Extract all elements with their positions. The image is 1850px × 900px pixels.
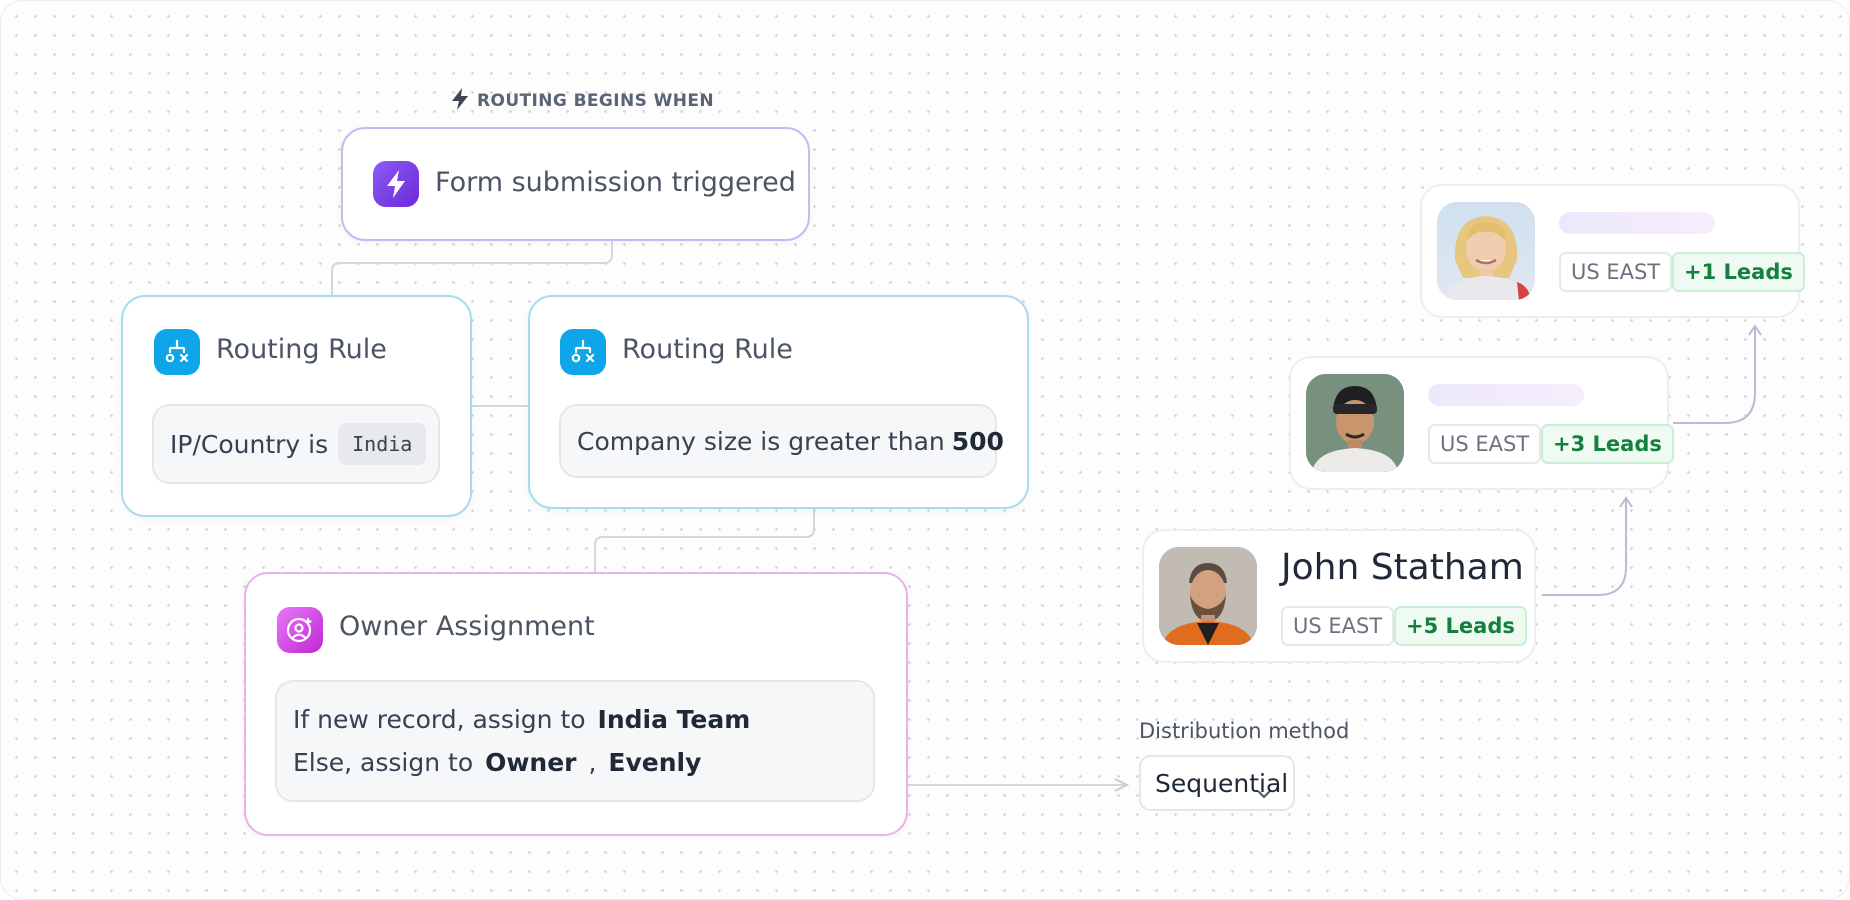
distribution-method-label: Distribution method [1139,719,1350,743]
person-name: John Statham [1281,547,1524,588]
routing-rule-title: Routing Rule [622,334,793,365]
person-card[interactable]: US EAST +3 Leads [1289,356,1674,490]
owner-assignment-title: Owner Assignment [339,611,595,642]
trigger-header: ROUTING BEGINS WHEN [451,87,715,115]
assigned-team: India Team [597,705,751,734]
routing-rule-condition: IP/Country is India [152,404,440,484]
assignment-line-new-record: If new record, assign to India Team [293,705,751,734]
owner-assignment-rules: If new record, assign to India Team Else… [275,680,875,802]
routing-rule-title: Routing Rule [216,334,387,365]
person-card[interactable]: US EAST +1 Leads [1420,184,1805,318]
lightning-icon [373,161,419,207]
person2-to-person1-arrow [1673,327,1756,424]
person-card[interactable]: John Statham US EAST +5 Leads [1142,529,1536,663]
trigger-title: Form submission triggered [435,167,796,198]
trigger-card[interactable]: Form submission triggered [341,127,810,241]
condition-value-chip: India [338,423,427,465]
john-to-person2-arrow [1542,499,1627,596]
routing-rule-card-company-size[interactable]: Routing Rule Company size is greater tha… [528,295,1029,509]
routing-rule-condition: Company size is greater than 500 [559,404,1004,478]
owner-assignment-card[interactable]: Owner Assignment If new record, assign t… [244,572,908,836]
condition-value: 500 [951,426,1004,456]
leads-badge: +3 Leads [1541,424,1674,464]
routing-split-icon [154,329,200,375]
condition-text: Company size is greater than [577,426,945,456]
name-placeholder-bar [1428,384,1584,406]
trigger-to-rule-connector [331,237,613,297]
assigned-owner: Owner [485,748,577,777]
workflow-canvas: ROUTING BEGINS WHEN Form submission trig… [0,0,1850,900]
rule-to-owner-connector [594,505,815,575]
region-badge: US EAST [1559,252,1673,292]
leads-badge: +1 Leads [1672,252,1805,292]
chevron-down-icon [1257,777,1271,806]
region-badge: US EAST [1428,424,1542,464]
routing-rule-card-country[interactable]: Routing Rule IP/Country is India [121,295,472,517]
condition-text: IP/Country is [170,429,329,459]
distribution-method-select[interactable]: Sequential [1139,755,1295,811]
avatar [1437,202,1535,300]
assignment-line-else: Else, assign to Owner , Evenly [293,748,702,777]
user-plus-icon [277,607,323,653]
routing-split-icon [560,329,606,375]
leads-badge: +5 Leads [1394,606,1527,646]
assignment-method: Evenly [608,748,702,777]
lightning-icon [451,87,469,115]
avatar [1159,547,1257,645]
trigger-header-label: ROUTING BEGINS WHEN [477,91,715,111]
avatar [1306,374,1404,472]
name-placeholder-bar [1559,212,1715,234]
region-badge: US EAST [1281,606,1395,646]
